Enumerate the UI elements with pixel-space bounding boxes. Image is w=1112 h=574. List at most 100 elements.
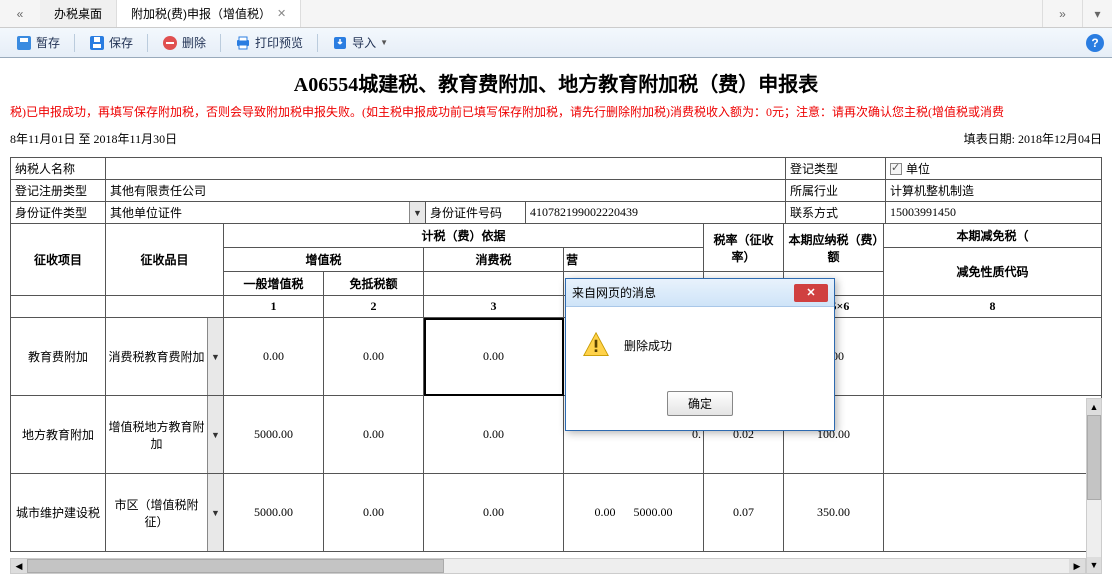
th-business: 营	[564, 248, 704, 272]
cell-c3[interactable]: 0.00	[424, 474, 564, 552]
tab-desktop[interactable]: 办税桌面	[40, 0, 117, 27]
tabs-menu[interactable]: ▾	[1082, 0, 1112, 27]
scroll-up-icon[interactable]: ▲	[1087, 399, 1101, 415]
dialog-ok-button[interactable]: 确定	[667, 391, 733, 416]
period-text: 8年11月01日 至 2018年11月30日	[10, 130, 177, 147]
dialog-message: 删除成功	[624, 337, 672, 354]
cell-c4[interactable]: 0.00 5000.00	[564, 474, 704, 552]
dialog-body: 删除成功	[566, 307, 834, 383]
tabs-scroll-left[interactable]: «	[0, 0, 40, 27]
toolbar: 暂存 保存 删除 打印预览 导入 ▼ ?	[0, 28, 1112, 58]
cell-levy-goods[interactable]: 增值税地方教育附加 ▼	[106, 396, 224, 474]
close-icon[interactable]: ✕	[277, 7, 286, 20]
separator	[317, 34, 318, 52]
message-dialog: 来自网页的消息 ✕ 删除成功 确定	[565, 278, 835, 431]
dropdown-icon[interactable]: ▼	[207, 396, 223, 473]
field-id-number[interactable]: 410782199002220439	[526, 202, 786, 224]
button-label: 保存	[109, 34, 133, 51]
th-col1: 1	[224, 296, 324, 318]
label-taxpayer-name: 纳税人名称	[11, 158, 106, 180]
cell-c8[interactable]	[884, 474, 1102, 552]
delete-icon	[162, 35, 178, 51]
tab-surtax-declare[interactable]: 附加税(费)申报（增值税） ✕	[117, 0, 301, 27]
temp-save-button[interactable]: 暂存	[8, 32, 68, 53]
taxpayer-info-table: 纳税人名称 登记类型 单位 登记注册类型 其他有限责任公司 所属行业 计算机整机…	[10, 157, 1102, 224]
dropdown-icon[interactable]: ▼	[409, 202, 425, 223]
cell-levy-item: 教育费附加	[11, 318, 106, 396]
table-row: 教育费附加 消费税教育费附加 ▼ 0.00 0.00 0.00 0. 0.03 …	[11, 318, 1102, 396]
dialog-title: 来自网页的消息	[572, 284, 656, 301]
button-label: 导入	[352, 34, 376, 51]
th-col8: 8	[884, 296, 1102, 318]
cell-c8[interactable]	[884, 318, 1102, 396]
cell-c3[interactable]: 0.00	[424, 318, 564, 396]
save-button[interactable]: 保存	[81, 32, 141, 53]
cell-levy-goods[interactable]: 消费税教育费附加 ▼	[106, 318, 224, 396]
th-general-vat: 一般增值税	[224, 272, 324, 296]
dialog-titlebar[interactable]: 来自网页的消息 ✕	[566, 279, 834, 307]
th-tax-rate: 税率（征收率）	[704, 224, 784, 272]
button-label: 暂存	[36, 34, 60, 51]
field-register-type[interactable]: 其他有限责任公司	[106, 180, 786, 202]
dropdown-icon[interactable]: ▼	[207, 318, 223, 395]
close-icon: ✕	[806, 286, 815, 299]
th-col3: 3	[424, 296, 564, 318]
import-button[interactable]: 导入 ▼	[324, 32, 396, 53]
scroll-track[interactable]	[27, 559, 1069, 573]
dialog-close-button[interactable]: ✕	[794, 284, 828, 302]
dropdown-icon[interactable]: ▼	[207, 474, 223, 551]
warning-icon	[582, 331, 610, 359]
levy-grid: 征收项目 征收品目 计税（费）依据 税率（征收率） 本期应纳税（费）额 本期减免…	[10, 223, 1102, 552]
cell-c3[interactable]: 0.00	[424, 396, 564, 474]
scroll-down-icon[interactable]: ▼	[1087, 557, 1101, 573]
label-id-number: 身份证件号码	[426, 202, 526, 224]
delete-button[interactable]: 删除	[154, 32, 214, 53]
field-taxpayer-name[interactable]	[106, 158, 786, 180]
cell-levy-goods[interactable]: 市区（增值税附征） ▼	[106, 474, 224, 552]
vertical-scrollbar[interactable]: ▲ ▼	[1086, 398, 1102, 574]
th-col3-sub	[424, 272, 564, 296]
th-empty	[11, 296, 106, 318]
cell-levy-item: 地方教育附加	[11, 396, 106, 474]
period-row: 8年11月01日 至 2018年11月30日 填表日期: 2018年12月04日	[10, 122, 1102, 157]
cell-c1[interactable]: 0.00	[224, 318, 324, 396]
label-industry: 所属行业	[786, 180, 886, 202]
scroll-left-icon[interactable]: ◀	[11, 559, 27, 573]
field-id-type[interactable]: 其他单位证件 ▼	[106, 202, 426, 224]
cell-c8[interactable]	[884, 396, 1102, 474]
page-title: A06554城建税、教育费附加、地方教育附加税（费）申报表	[10, 64, 1102, 103]
dropdown-icon: ▼	[380, 38, 388, 47]
tab-label: 附加税(费)申报（增值税）	[131, 5, 271, 22]
scroll-track[interactable]	[1087, 415, 1101, 557]
label-register-type: 登记注册类型	[11, 180, 106, 202]
help-button[interactable]: ?	[1086, 34, 1104, 52]
cell-c2[interactable]: 0.00	[324, 396, 424, 474]
scroll-thumb[interactable]	[27, 559, 444, 573]
print-preview-button[interactable]: 打印预览	[227, 32, 311, 53]
cell-c6[interactable]: 0.07	[704, 474, 784, 552]
field-industry[interactable]: 计算机整机制造	[886, 180, 1102, 202]
th-levy-item: 征收项目	[11, 224, 106, 296]
horizontal-scrollbar[interactable]: ◀ ▶	[10, 558, 1086, 574]
separator	[147, 34, 148, 52]
scroll-right-icon[interactable]: ▶	[1069, 559, 1085, 573]
checkbox-icon[interactable]	[890, 163, 902, 175]
chevrons-right-icon: »	[1059, 7, 1066, 21]
cell-c2[interactable]: 0.00	[324, 474, 424, 552]
th-current-payable: 本期应纳税（费）额	[784, 224, 884, 272]
print-icon	[235, 35, 251, 51]
cell-c2[interactable]: 0.00	[324, 318, 424, 396]
th-tax-basis: 计税（费）依据	[224, 224, 704, 248]
table-row: 地方教育附加 增值税地方教育附加 ▼ 5000.00 0.00 0.00 0. …	[11, 396, 1102, 474]
button-label: 打印预览	[255, 34, 303, 51]
cell-c7[interactable]: 350.00	[784, 474, 884, 552]
button-label: 删除	[182, 34, 206, 51]
tab-label: 办税桌面	[54, 5, 102, 22]
scroll-thumb[interactable]	[1087, 415, 1101, 500]
cell-c1[interactable]: 5000.00	[224, 396, 324, 474]
field-contact[interactable]: 15003991450	[886, 202, 1102, 224]
tabs-scroll-right[interactable]: »	[1042, 0, 1082, 27]
cell-c1[interactable]: 5000.00	[224, 474, 324, 552]
field-unit[interactable]: 单位	[886, 158, 1102, 180]
import-icon	[332, 35, 348, 51]
